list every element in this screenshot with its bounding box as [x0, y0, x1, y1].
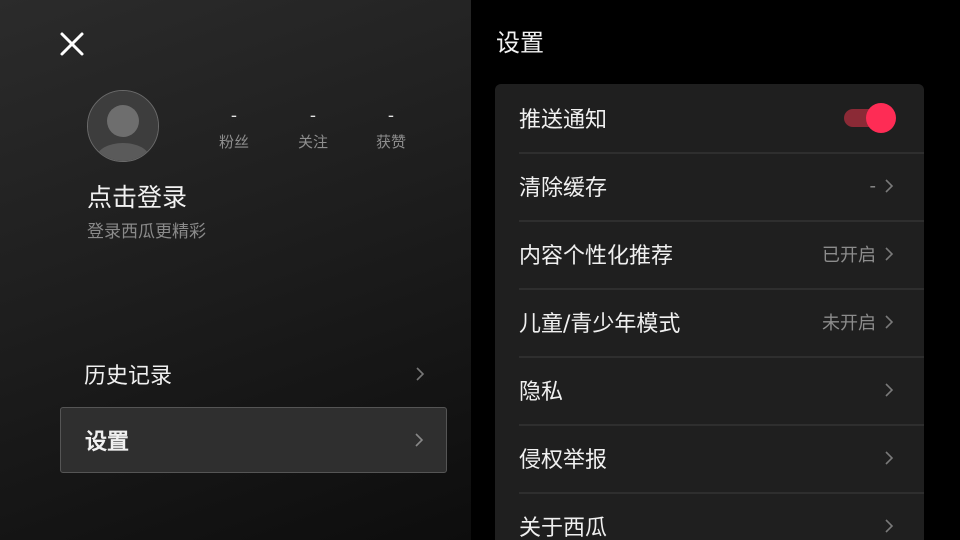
page-title: 设置 — [496, 29, 544, 57]
stat-following-value: - — [309, 106, 317, 126]
chevron-right-icon — [884, 518, 894, 534]
chevron-right-icon — [414, 432, 424, 448]
setting-label: 儿童/青少年模式 — [519, 312, 681, 337]
stat-likes-label: 获赞 — [375, 133, 406, 151]
stat-fans-label: 粉丝 — [218, 133, 249, 151]
setting-label: 隐私 — [519, 380, 564, 405]
setting-label: 关于西瓜 — [519, 516, 608, 540]
stat-fans[interactable]: - 粉丝 — [204, 106, 264, 152]
side-drawer: - 粉丝 - 关注 - 获赞 点击登录 登录西瓜更精彩 历史记录 设置 — [0, 0, 471, 540]
setting-row-about[interactable]: 关于西瓜 — [495, 492, 924, 540]
settings-panel: 设置 推送通知 清除缓存 - 内容个性化推荐 已开启 儿童/青少年模式 未开启 … — [471, 0, 960, 540]
stat-following-label: 关注 — [297, 133, 328, 151]
setting-row-clear-cache[interactable]: 清除缓存 - — [495, 152, 924, 220]
nav-item-label: 设置 — [85, 430, 130, 455]
chevron-right-icon — [884, 450, 894, 466]
nav-item-history[interactable]: 历史记录 — [60, 341, 447, 407]
setting-label: 推送通知 — [519, 108, 608, 133]
setting-label: 侵权举报 — [519, 448, 608, 473]
setting-row-privacy[interactable]: 隐私 — [495, 356, 924, 424]
setting-row-personalized-recommendations[interactable]: 内容个性化推荐 已开启 — [495, 220, 924, 288]
setting-row-infringement-report[interactable]: 侵权举报 — [495, 424, 924, 492]
stat-fans-value: - — [230, 106, 238, 126]
chevron-right-icon — [884, 178, 894, 194]
personalization-status: 已开启 — [822, 245, 876, 266]
close-icon — [56, 28, 88, 60]
settings-list: 推送通知 清除缓存 - 内容个性化推荐 已开启 儿童/青少年模式 未开启 隐私 … — [495, 84, 924, 540]
nav-item-settings[interactable]: 设置 — [60, 407, 447, 473]
chevron-right-icon — [884, 382, 894, 398]
chevron-right-icon — [884, 314, 894, 330]
toggle-knob — [866, 103, 896, 133]
close-button[interactable] — [56, 28, 88, 60]
setting-label: 清除缓存 — [519, 176, 608, 201]
stat-following[interactable]: - 关注 — [283, 106, 343, 152]
login-link[interactable]: 点击登录 — [87, 182, 187, 214]
default-avatar-icon — [88, 91, 158, 161]
avatar[interactable] — [87, 90, 159, 162]
setting-label: 内容个性化推荐 — [519, 244, 674, 269]
chevron-right-icon — [884, 246, 894, 262]
push-notifications-toggle[interactable] — [844, 102, 896, 134]
chevron-right-icon — [415, 366, 425, 382]
kids-mode-status: 未开启 — [822, 313, 876, 334]
setting-row-push-notifications[interactable]: 推送通知 — [495, 84, 924, 152]
screen: - 粉丝 - 关注 - 获赞 点击登录 登录西瓜更精彩 历史记录 设置 设置 推… — [0, 0, 960, 540]
nav-item-label: 历史记录 — [84, 364, 173, 389]
stat-likes-value: - — [387, 106, 395, 126]
stat-likes[interactable]: - 获赞 — [361, 106, 421, 152]
cache-size-value: - — [869, 175, 877, 197]
login-subtitle: 登录西瓜更精彩 — [87, 222, 206, 242]
setting-row-kids-mode[interactable]: 儿童/青少年模式 未开启 — [495, 288, 924, 356]
